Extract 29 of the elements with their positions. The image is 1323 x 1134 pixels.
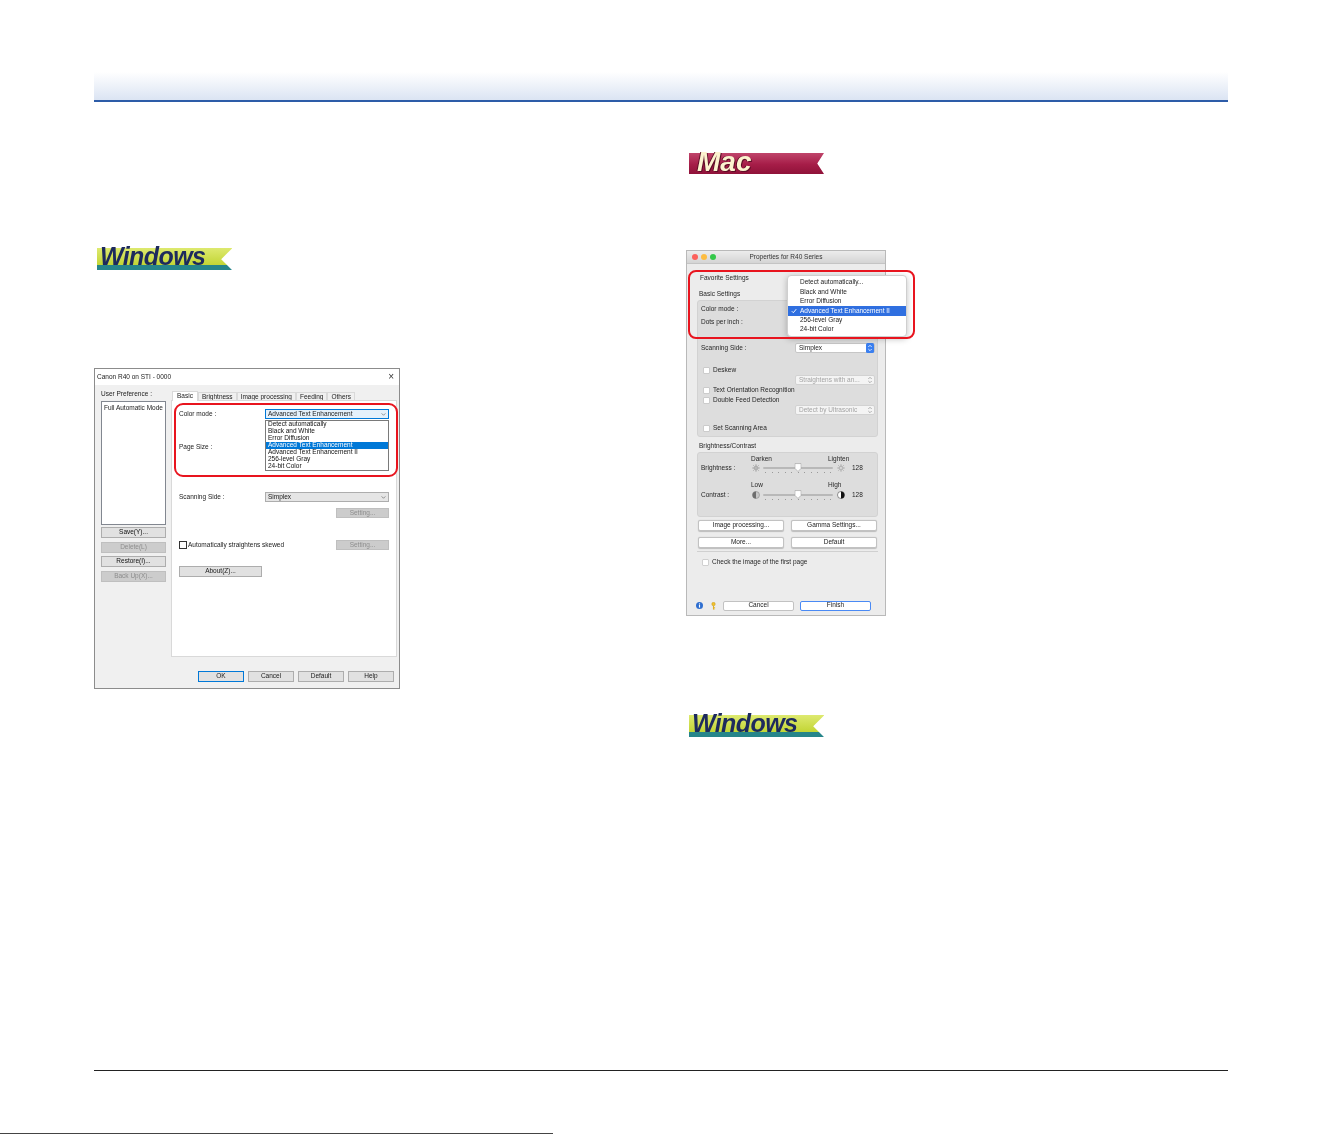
slider-thumb[interactable]	[794, 490, 802, 499]
contrast-icon	[837, 491, 845, 499]
slider-track[interactable]	[763, 490, 833, 500]
close-icon[interactable]	[692, 254, 698, 260]
sun-icon	[752, 464, 760, 472]
slider-thumb[interactable]	[794, 463, 802, 472]
info-icon[interactable]	[696, 602, 703, 609]
caret-icon	[381, 495, 386, 499]
stepper-icon	[866, 375, 874, 385]
checkbox[interactable]	[702, 558, 709, 566]
sun-icon	[837, 464, 845, 472]
stepper-icon	[866, 343, 874, 353]
stepper-icon	[866, 405, 874, 415]
zoom-icon[interactable]	[710, 254, 716, 260]
platform-badge: Windows	[689, 710, 824, 737]
checkmark-icon	[791, 307, 797, 314]
checkbox[interactable]	[703, 424, 710, 432]
minimize-icon[interactable]	[701, 254, 707, 260]
close-button[interactable]: ×	[387, 372, 395, 382]
checkbox[interactable]	[703, 366, 710, 374]
platform-badge: Mac	[689, 150, 824, 174]
checkbox[interactable]	[703, 396, 710, 404]
contrast-icon	[752, 491, 760, 499]
checkbox[interactable]	[179, 541, 187, 549]
slider-track[interactable]	[763, 463, 833, 473]
key-icon[interactable]	[711, 601, 716, 610]
caret-icon	[381, 412, 386, 416]
platform-badge: Windows	[97, 243, 232, 270]
checkbox[interactable]	[703, 386, 710, 394]
